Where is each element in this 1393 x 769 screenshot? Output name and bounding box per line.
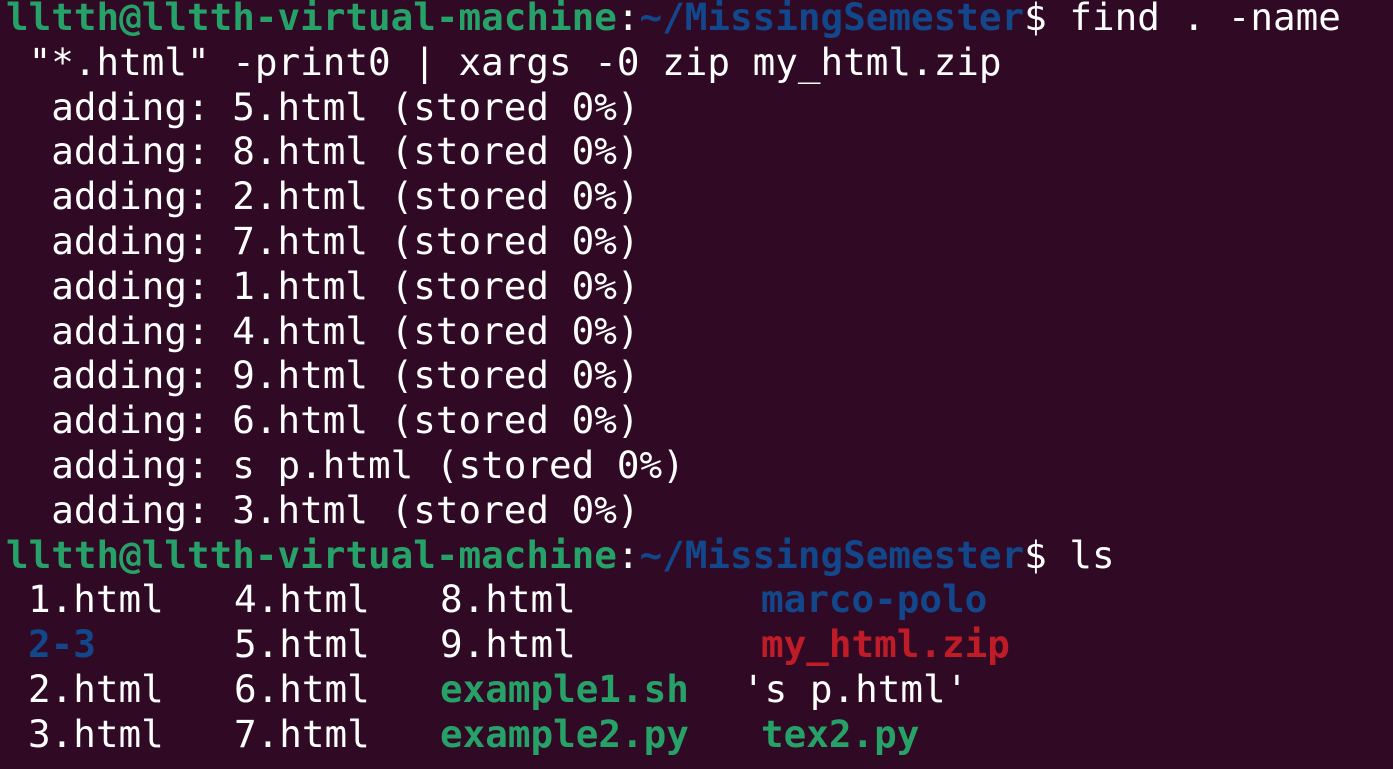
- prompt-user-host: lltth@lltth-virtual-machine: [6, 532, 617, 577]
- prompt-user-host: lltth@lltth-virtual-machine: [6, 0, 617, 39]
- ls-entry: 's p.html': [742, 666, 969, 711]
- zip-output-line: adding: 9.html (stored 0%): [6, 353, 640, 398]
- ls-command-text: ls: [1046, 532, 1115, 577]
- ls-entry: tex2.py: [761, 711, 920, 756]
- ls-entry: 3.html: [28, 711, 164, 756]
- ls-output-row: 2.html 6.html example1.sh 's p.html': [6, 667, 1393, 712]
- ls-entry: 9.html: [440, 622, 576, 667]
- zip-output-line: adding: 3.html (stored 0%): [6, 487, 640, 532]
- ls-entry: 5.html: [234, 622, 370, 667]
- prompt-path: ~/MissingSemester: [639, 532, 1025, 577]
- prompt-symbol: $: [1024, 532, 1047, 577]
- ls-entry: my_html.zip: [761, 622, 1010, 667]
- ls-entry: marco-polo: [761, 577, 988, 622]
- zip-output-line: adding: 6.html (stored 0%): [6, 398, 640, 443]
- prompt-colon: :: [616, 532, 640, 577]
- prompt-line-find: lltth@lltth-virtual-machine:~/MissingSem…: [6, 0, 1393, 40]
- ls-entry: 1.html: [28, 577, 164, 622]
- ls-entry: 4.html: [234, 577, 370, 622]
- ls-output-row: 3.html 7.html example2.py tex2.py: [6, 712, 1393, 757]
- terminal-window[interactable]: lltth@lltth-virtual-machine:~/MissingSem…: [0, 0, 1393, 769]
- prompt-symbol: $: [1024, 0, 1047, 39]
- prompt-colon: :: [616, 0, 640, 39]
- ls-entry: 2-3: [28, 622, 96, 667]
- zip-output-line: adding: 5.html (stored 0%): [6, 84, 640, 129]
- zip-output-line: adding: 1.html (stored 0%): [6, 263, 640, 308]
- ls-entry: 8.html: [440, 577, 576, 622]
- zip-output-line: adding: 2.html (stored 0%): [6, 174, 640, 219]
- ls-entry: 6.html: [234, 666, 370, 711]
- find-command-text: find . -name: [1046, 0, 1341, 39]
- zip-output-line: adding: 4.html (stored 0%): [6, 308, 640, 353]
- prompt-path: ~/MissingSemester: [639, 0, 1025, 39]
- ls-output-row: 1.html 4.html 8.html marco-polo: [6, 577, 1393, 622]
- ls-entry: example1.sh: [440, 666, 689, 711]
- ls-entry: 2.html: [28, 666, 164, 711]
- prompt-line-ls: lltth@lltth-virtual-machine:~/MissingSem…: [6, 533, 1393, 578]
- zip-output-line: adding: 8.html (stored 0%): [6, 129, 640, 174]
- ls-output-row: 2-3 5.html 9.html my_html.zip: [6, 622, 1393, 667]
- ls-entry: 7.html: [234, 711, 370, 756]
- zip-output-line: adding: s p.html (stored 0%): [6, 442, 685, 487]
- ls-entry: example2.py: [440, 711, 689, 756]
- zip-output-line: adding: 7.html (stored 0%): [6, 218, 640, 263]
- find-command-continuation: "*.html" -print0 | xargs -0 zip my_html.…: [6, 39, 1002, 84]
